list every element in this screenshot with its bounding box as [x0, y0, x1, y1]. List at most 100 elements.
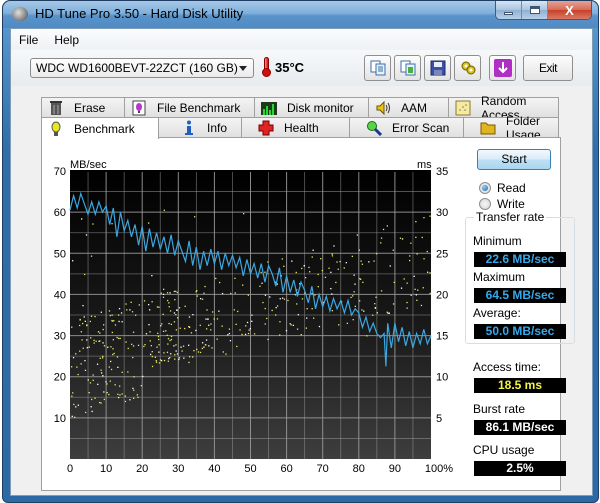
access-time-point	[103, 345, 106, 347]
tab-disk-monitor[interactable]: Disk monitor	[254, 97, 369, 117]
access-time-point	[163, 288, 165, 290]
access-time-point	[336, 261, 338, 263]
disk-monitor-icon	[261, 100, 277, 116]
access-time-point	[429, 272, 431, 274]
exit-button[interactable]: Exit	[523, 55, 573, 81]
y-tick-right: 20	[436, 289, 448, 301]
access-time-point	[158, 362, 161, 364]
access-time-point	[426, 250, 428, 253]
access-time-point	[262, 301, 264, 304]
access-time-point	[169, 310, 172, 312]
tab-file-benchmark[interactable]: File Benchmark	[124, 97, 255, 117]
access-time-point	[275, 314, 277, 316]
access-time-point	[76, 366, 78, 368]
access-time-point	[242, 284, 244, 286]
access-time-point	[184, 327, 186, 330]
access-time-point	[108, 393, 110, 396]
minimize-button[interactable]	[496, 1, 522, 19]
access-time-point	[127, 347, 129, 350]
access-time-point	[103, 324, 105, 326]
download-button[interactable]	[489, 55, 516, 81]
access-time-point	[420, 304, 423, 307]
tab-benchmark[interactable]: Benchmark	[41, 117, 159, 139]
access-time-point	[356, 234, 358, 236]
results-sidebar: Start Read Write Transfer rate Minimum 2…	[462, 138, 575, 492]
access-time-point	[264, 271, 266, 273]
write-radio[interactable]: Write	[479, 197, 525, 211]
access-time-point	[400, 287, 403, 289]
menu-help[interactable]: Help	[54, 33, 79, 47]
access-time-point	[108, 366, 110, 368]
close-button[interactable]: X	[548, 1, 591, 19]
access-time-point	[352, 295, 354, 297]
access-time-point	[373, 260, 375, 262]
access-time-point	[301, 298, 304, 300]
title-bar[interactable]: HD Tune Pro 3.50 - Hard Disk Utility X	[3, 1, 598, 28]
access-time-point	[157, 335, 160, 338]
access-time-point	[229, 340, 232, 342]
tab-aam[interactable]: AAM	[368, 97, 449, 117]
access-time-point	[361, 263, 363, 265]
tab-info[interactable]: Info	[158, 117, 242, 137]
access-time-point	[149, 309, 151, 311]
access-time-point	[163, 359, 166, 362]
access-time-point	[216, 318, 219, 320]
read-radio-indicator[interactable]	[479, 182, 491, 194]
access-time-point	[90, 337, 92, 339]
access-time-point	[313, 317, 315, 319]
access-time-point	[79, 324, 81, 327]
read-radio-label: Read	[497, 181, 526, 195]
magnifier-icon	[366, 120, 382, 136]
access-time-point	[126, 309, 128, 311]
tabs-row-2: Benchmark Info Health Error Scan Folder …	[41, 114, 559, 142]
access-time-point	[118, 308, 121, 310]
options-button[interactable]	[454, 55, 481, 81]
read-radio[interactable]: Read	[479, 181, 526, 195]
access-time-point	[162, 330, 165, 332]
access-time-point	[206, 309, 208, 311]
access-time-point	[354, 283, 356, 285]
access-time-point	[118, 320, 120, 323]
access-time-point	[285, 330, 288, 332]
tab-erase[interactable]: Erase	[41, 97, 125, 117]
access-time-point	[121, 371, 123, 373]
save-button[interactable]	[424, 55, 451, 81]
access-time-point	[312, 249, 314, 251]
access-time-point	[353, 274, 355, 276]
access-time-point	[144, 344, 146, 346]
access-time-point	[97, 331, 100, 333]
drive-select[interactable]: WDC WD1600BEVT-22ZCT (160 GB)	[30, 58, 254, 78]
access-time-point	[166, 292, 169, 294]
access-time-point	[168, 306, 170, 308]
access-time-point	[416, 253, 418, 255]
access-time-point	[119, 337, 121, 340]
access-time-point	[429, 292, 431, 295]
menu-file[interactable]: File	[19, 33, 38, 47]
access-time-point	[99, 401, 101, 404]
tab-folder-usage[interactable]: Folder Usage	[463, 114, 559, 142]
copy-screenshot-button[interactable]	[394, 55, 421, 81]
access-time-point	[160, 325, 162, 327]
benchmark-panel: 10 20 30 40 50 60 70 5 10 15 20 25 30 35 0 10 20 30 40 50 60…	[41, 137, 575, 492]
access-time-point	[208, 324, 210, 326]
access-time-point	[331, 253, 333, 255]
access-time-point	[363, 310, 365, 312]
tab-health[interactable]: Health	[241, 117, 350, 137]
access-time-point	[239, 329, 241, 331]
write-radio-indicator[interactable]	[479, 198, 491, 210]
health-cross-icon	[258, 120, 274, 136]
start-button[interactable]: Start	[477, 149, 551, 170]
access-time-point	[167, 299, 169, 302]
access-time-point	[183, 357, 185, 359]
maximize-button[interactable]	[522, 1, 548, 19]
access-time-point	[409, 259, 411, 262]
access-time-point	[193, 350, 195, 352]
x-tick: 10	[100, 463, 112, 475]
copy-text-button[interactable]	[364, 55, 391, 81]
access-time-point	[112, 353, 114, 356]
access-time-point	[143, 300, 146, 302]
access-time-point	[113, 320, 115, 322]
access-time-point	[222, 351, 224, 353]
tab-error-scan[interactable]: Error Scan	[349, 117, 464, 137]
access-time-point	[190, 332, 193, 334]
